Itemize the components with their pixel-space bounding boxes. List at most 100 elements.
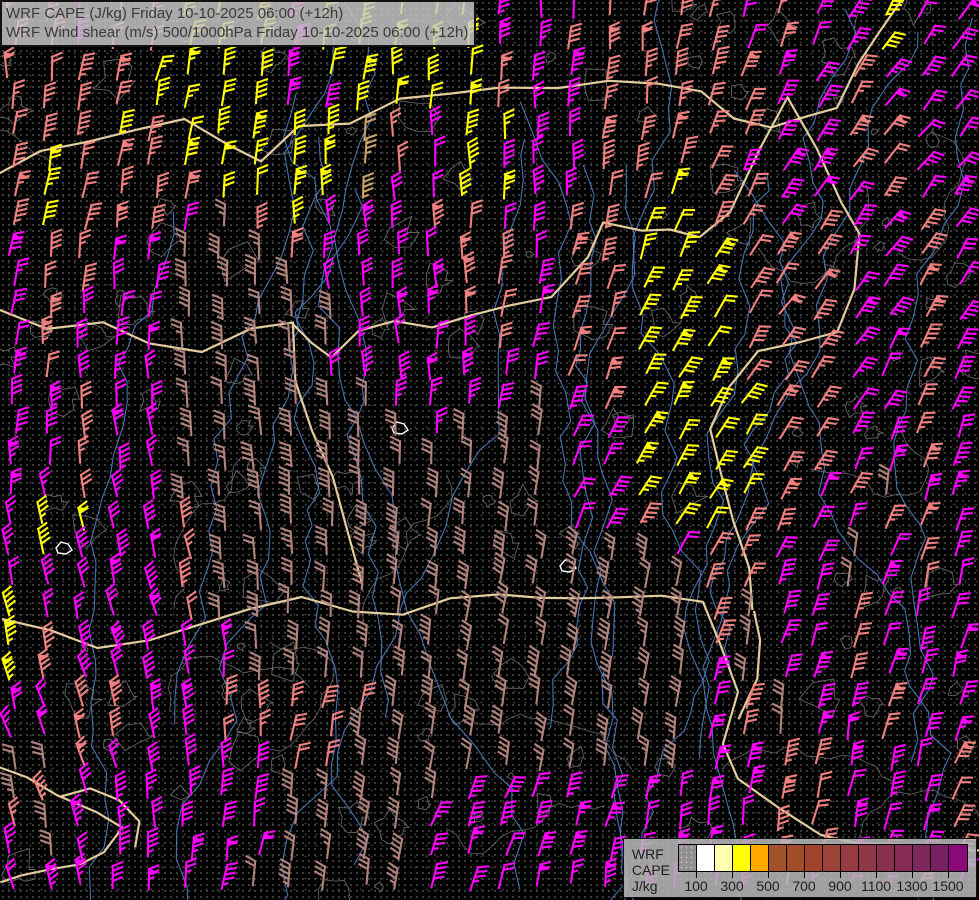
wind-barb	[855, 797, 868, 827]
wind-barb	[671, 617, 685, 647]
wind-barb	[611, 473, 632, 500]
wind-barb	[248, 560, 258, 589]
wind-barb	[391, 437, 401, 463]
wind-barb	[316, 526, 326, 554]
contour-blob	[859, 696, 883, 718]
wind-barb	[8, 436, 19, 463]
wind-barb	[816, 266, 840, 293]
wind-barb	[83, 170, 98, 199]
wind-barb	[673, 326, 694, 354]
wind-barb	[453, 498, 463, 523]
wind-barb	[122, 166, 133, 193]
wind-barb	[114, 235, 125, 260]
wind-barb	[42, 623, 54, 648]
wind-barb	[503, 230, 513, 257]
contour-blob	[731, 84, 748, 100]
wind-barb	[885, 387, 906, 413]
wind-barb	[325, 135, 334, 163]
wind-barb	[563, 554, 576, 582]
wind-barb	[280, 408, 291, 436]
colorbar-tick-label: 1100	[861, 878, 891, 894]
wind-barb	[708, 262, 729, 288]
wind-barb	[105, 584, 122, 614]
wind-barb	[563, 677, 577, 704]
wind-barb	[437, 408, 447, 433]
wind-barb	[172, 319, 182, 348]
wind-barb	[561, 739, 574, 766]
contour-blob	[113, 723, 153, 750]
wind-barb	[353, 735, 366, 764]
wind-barb	[77, 558, 93, 587]
wind-barb	[40, 830, 51, 855]
wind-barb	[922, 625, 935, 651]
wind-barb	[244, 534, 255, 559]
wind-barb	[9, 230, 23, 257]
contour-blob	[398, 101, 440, 131]
wind-barb	[320, 410, 329, 438]
colorbar-cell	[913, 845, 931, 871]
wind-barb	[282, 769, 292, 795]
wind-barb	[319, 468, 329, 497]
wind-barb	[422, 703, 435, 733]
wind-barb	[961, 298, 979, 324]
wind-barb	[185, 136, 199, 165]
wind-barb	[143, 501, 157, 528]
wind-barb	[318, 618, 329, 644]
colorbar-tick-label: 300	[720, 878, 743, 894]
wind-barb	[956, 714, 973, 743]
wind-barb	[295, 741, 309, 769]
wind-barb	[352, 648, 363, 677]
wind-barb	[892, 530, 911, 557]
wind-barb	[184, 529, 200, 558]
wind-barb	[573, 230, 588, 256]
wind-barb	[491, 553, 505, 582]
wind-barb	[460, 169, 471, 195]
wind-barb	[923, 53, 945, 79]
barb-pennant	[849, 716, 858, 723]
wind-barb	[540, 0, 550, 17]
colorbar-tick-label: 1300	[896, 878, 927, 894]
wind-barb	[212, 377, 222, 404]
wind-barb	[392, 44, 402, 73]
wind-barb	[331, 710, 343, 736]
wind-barb	[248, 354, 259, 380]
wind-barb	[606, 383, 625, 411]
wind-barb	[398, 142, 409, 170]
wind-barb	[185, 858, 196, 887]
wind-barb	[498, 80, 508, 107]
wind-barb	[35, 801, 46, 828]
wind-barb	[750, 287, 772, 316]
wind-barb	[678, 442, 698, 469]
wind-barb	[501, 52, 511, 79]
wind-barb	[850, 501, 866, 528]
wind-barb	[9, 557, 22, 584]
barb-pennant	[190, 49, 200, 56]
wind-barb	[117, 530, 130, 556]
wind-barb	[504, 110, 514, 138]
wind-barb	[566, 589, 580, 616]
wind-barb	[385, 555, 397, 583]
wind-barb	[779, 77, 799, 107]
wind-barb	[388, 528, 399, 554]
wind-barb	[954, 440, 972, 468]
wind-barb	[599, 681, 612, 707]
wind-barb	[574, 438, 591, 466]
colorbar-cell	[697, 845, 715, 871]
wind-barb	[742, 381, 766, 408]
wind-barb	[956, 173, 976, 198]
wind-barb	[50, 437, 60, 464]
wind-barb	[458, 621, 472, 649]
wind-barb	[534, 82, 544, 107]
wind-barb	[919, 0, 939, 21]
wind-barb	[148, 828, 157, 856]
wind-barb	[180, 558, 192, 586]
wind-barb	[891, 294, 913, 319]
wind-barb	[122, 290, 134, 316]
wind-barb	[75, 737, 93, 765]
wind-barb	[183, 705, 195, 734]
wind-barb	[51, 293, 61, 318]
wind-barb	[244, 856, 256, 885]
contour-blob	[237, 719, 255, 734]
wind-barb	[148, 135, 162, 165]
wind-barb	[463, 348, 473, 374]
